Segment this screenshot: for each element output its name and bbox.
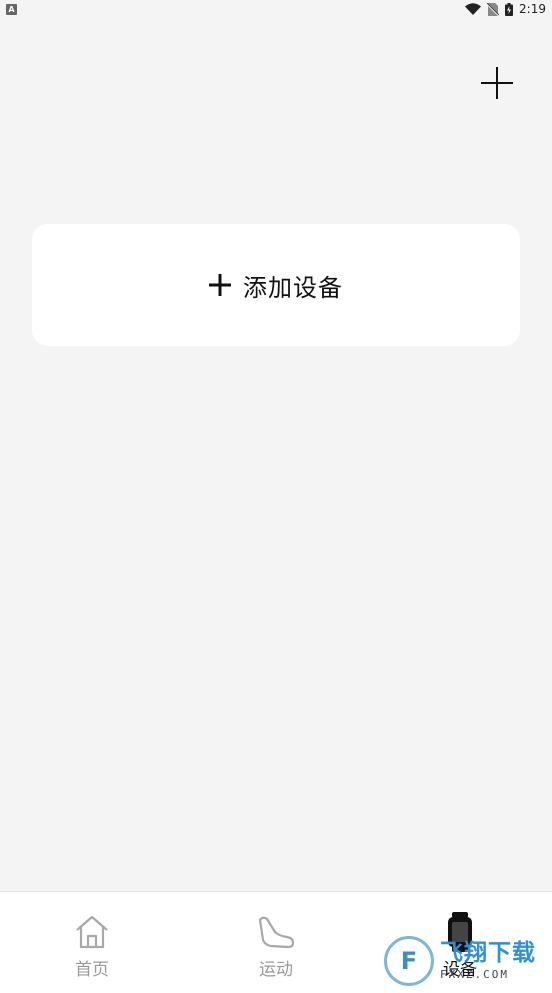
add-device-label: 添加设备 xyxy=(243,273,343,302)
add-device-card[interactable]: 添加设备 xyxy=(32,224,520,346)
no-sim-icon xyxy=(487,2,500,16)
shoe-icon xyxy=(257,912,295,952)
tab-home[interactable]: 首页 xyxy=(0,892,184,993)
battery-charging-icon xyxy=(505,2,514,16)
status-bar: A 2:19 xyxy=(0,0,552,18)
tab-sport[interactable]: 运动 xyxy=(184,892,368,993)
plus-icon xyxy=(481,67,513,103)
watermark-logo: F xyxy=(384,936,434,986)
watermark-text: 飞翔下载 FXXZ.COM xyxy=(440,940,536,981)
tab-home-label: 首页 xyxy=(75,960,109,980)
watermark-title: 飞翔下载 xyxy=(440,940,536,966)
status-right: 2:19 xyxy=(465,2,546,16)
plus-icon xyxy=(209,274,231,296)
status-time: 2:19 xyxy=(519,2,546,16)
wifi-icon xyxy=(465,3,482,15)
status-left: A xyxy=(6,3,17,15)
watermark: F 飞翔下载 FXXZ.COM xyxy=(384,932,544,990)
notification-icon: A xyxy=(6,3,17,15)
add-button[interactable] xyxy=(478,66,516,104)
watermark-subtitle: FXXZ.COM xyxy=(440,968,509,981)
tab-sport-label: 运动 xyxy=(259,960,293,980)
home-icon xyxy=(74,912,110,952)
